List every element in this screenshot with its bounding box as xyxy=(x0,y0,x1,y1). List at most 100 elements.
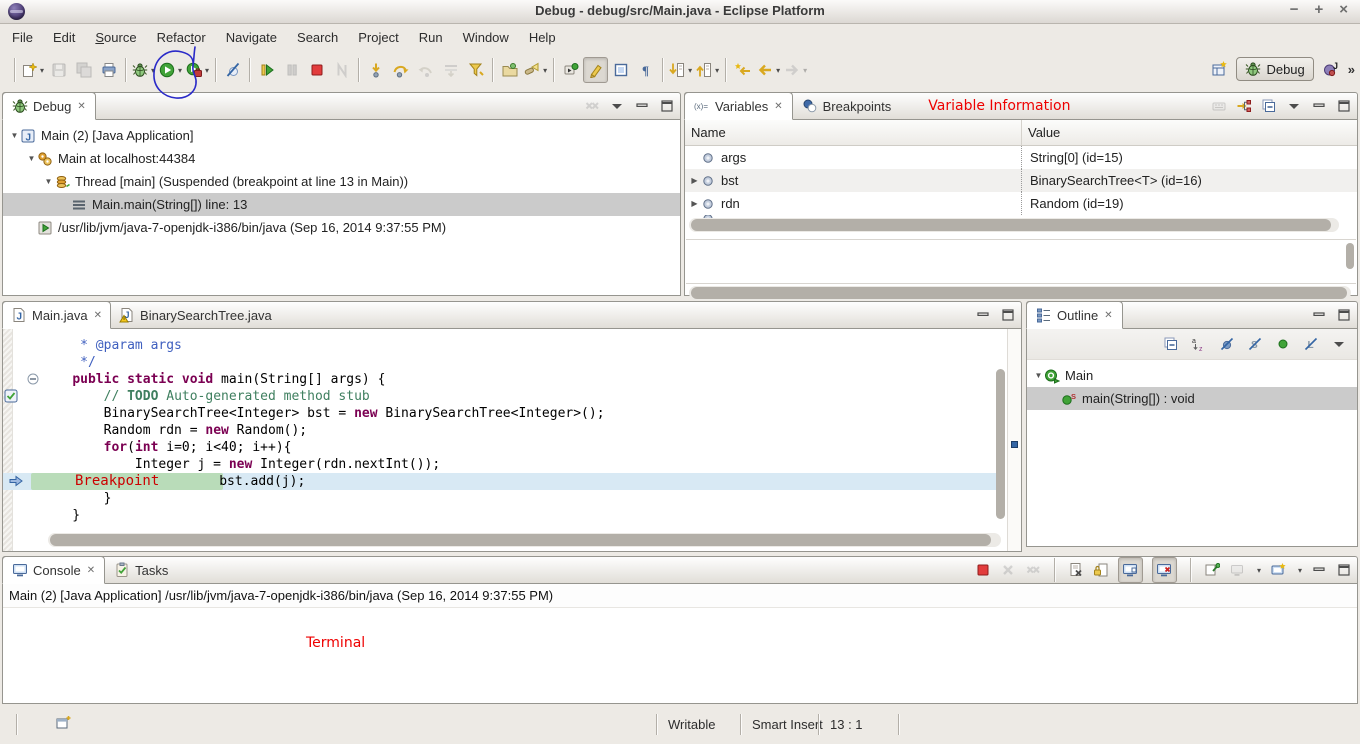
outline-row[interactable]: Smain(String[]) : void xyxy=(1027,387,1357,410)
debug-tree-row[interactable]: Main.main(String[]) line: 13 xyxy=(3,193,680,216)
skip-all-breakpoints-button[interactable] xyxy=(220,57,245,83)
dropdown-arrow-icon[interactable]: ▾ xyxy=(40,66,44,75)
menu-file[interactable]: File xyxy=(2,26,43,49)
tab-variables[interactable]: (x)= Variables ✕ xyxy=(684,92,793,120)
code-line[interactable]: public static void main(String[] args) { xyxy=(3,371,1005,388)
resume-button[interactable] xyxy=(254,57,279,83)
display-selected-console-button[interactable] xyxy=(1229,562,1245,578)
scroll-lock-button[interactable] xyxy=(1093,562,1109,578)
menu-navigate[interactable]: Navigate xyxy=(216,26,287,49)
expander-closed-icon[interactable]: ▶ xyxy=(689,176,700,185)
overview-occurrence-marker[interactable] xyxy=(1011,441,1018,448)
variables-bottom-hscrollbar[interactable] xyxy=(689,286,1351,300)
forward-button[interactable]: ▾ xyxy=(782,57,809,83)
hide-non-public-members-button[interactable] xyxy=(1275,336,1291,352)
menu-search[interactable]: Search xyxy=(287,26,348,49)
minimize-button[interactable] xyxy=(975,307,991,323)
pin-console-button[interactable] xyxy=(1204,562,1220,578)
maximize-button[interactable] xyxy=(1336,562,1352,578)
perspective-debug-button[interactable]: Debug xyxy=(1236,57,1313,81)
dropdown-arrow-icon[interactable]: ▾ xyxy=(1257,566,1261,575)
step-into-button[interactable] xyxy=(363,57,388,83)
show-whitespace-button[interactable]: ¶ xyxy=(633,57,658,83)
editor-hscrollbar[interactable] xyxy=(48,533,1001,547)
collapse-all-button[interactable] xyxy=(1261,98,1277,114)
console-output[interactable]: Terminal xyxy=(3,608,1357,703)
dropdown-arrow-icon[interactable]: ▾ xyxy=(178,66,182,75)
menu-window[interactable]: Window xyxy=(453,26,519,49)
debug-tree-row[interactable]: ▼Main at localhost:44384 xyxy=(3,147,680,170)
disconnect-button[interactable] xyxy=(329,57,354,83)
maximize-window-button[interactable]: + xyxy=(1314,1,1323,18)
dropdown-arrow-icon[interactable]: ▾ xyxy=(688,66,692,75)
close-window-button[interactable]: × xyxy=(1339,1,1348,18)
open-task-button[interactable] xyxy=(497,57,522,83)
variable-detail-pane[interactable] xyxy=(686,239,1356,284)
debug-tree-row[interactable]: ▼Thread [main] (Suspended (breakpoint at… xyxy=(3,170,680,193)
remove-all-terminated-button[interactable] xyxy=(1025,562,1041,578)
back-button[interactable]: ▾ xyxy=(755,57,782,83)
dropdown-arrow-icon[interactable]: ▾ xyxy=(151,66,155,75)
code-line[interactable]: } xyxy=(3,507,1005,524)
clear-console-button[interactable] xyxy=(1068,562,1084,578)
minimize-button[interactable] xyxy=(634,98,650,114)
editor-vscrollbar[interactable] xyxy=(996,369,1005,519)
view-menu-button[interactable] xyxy=(1331,336,1347,352)
code-line[interactable]: } xyxy=(3,490,1005,507)
tab-breakpoints[interactable]: Breakpoints xyxy=(793,93,901,119)
step-return-button[interactable] xyxy=(413,57,438,83)
save-button[interactable] xyxy=(46,57,71,83)
mark-occurrences-button[interactable] xyxy=(583,57,608,83)
new-wizard-button[interactable]: ▾ xyxy=(19,57,46,83)
code-line[interactable]: Breakpoint bst.add(j); xyxy=(3,473,1005,490)
menu-source[interactable]: Source xyxy=(85,26,146,49)
maximize-button[interactable] xyxy=(1336,307,1352,323)
dropdown-arrow-icon[interactable]: ▾ xyxy=(803,66,807,75)
tab-outline[interactable]: Outline ✕ xyxy=(1026,301,1123,329)
close-tab-icon[interactable]: ✕ xyxy=(774,101,782,112)
show-type-names-button[interactable] xyxy=(1211,98,1227,114)
outline-row[interactable]: ▼Main xyxy=(1027,364,1357,387)
next-annotation-button[interactable]: ▾ xyxy=(667,57,694,83)
show-stderr-button[interactable] xyxy=(1152,557,1177,583)
dropdown-arrow-icon[interactable]: ▾ xyxy=(715,66,719,75)
tab-console[interactable]: Console ✕ xyxy=(2,556,105,584)
sort-button[interactable]: az xyxy=(1191,336,1207,352)
run-button[interactable]: ▾ xyxy=(157,57,184,83)
minimize-window-button[interactable]: − xyxy=(1290,1,1299,18)
column-header-name[interactable]: Name xyxy=(685,120,1021,145)
editor-tab-binarysearchtree-java[interactable]: JBinarySearchTree.java xyxy=(111,302,280,328)
terminate-button[interactable] xyxy=(304,57,329,83)
close-tab-icon[interactable]: ✕ xyxy=(1104,310,1112,321)
close-tab-icon[interactable]: ✕ xyxy=(87,565,95,576)
detail-vscrollbar[interactable] xyxy=(1346,243,1354,269)
external-tools-button[interactable]: ▾ xyxy=(184,57,211,83)
view-menu-button[interactable] xyxy=(609,98,625,114)
previous-annotation-button[interactable]: ▾ xyxy=(694,57,721,83)
collapse-all-button[interactable] xyxy=(1163,336,1179,352)
debug-tree-row[interactable]: ▼JMain (2) [Java Application] xyxy=(3,124,680,147)
dropdown-arrow-icon[interactable]: ▾ xyxy=(776,66,780,75)
menu-refactor[interactable]: Refactor xyxy=(147,26,216,49)
expander-open-icon[interactable]: ▼ xyxy=(43,177,54,186)
code-editor[interactable]: * @param args */ public static void main… xyxy=(3,329,1021,551)
perspective-java-button[interactable]: J xyxy=(1323,61,1339,77)
code-line[interactable]: // TODO Auto-generated method stub xyxy=(3,388,1005,405)
open-console-button[interactable] xyxy=(1270,562,1286,578)
code-line[interactable]: */ xyxy=(3,354,1005,371)
print-button[interactable] xyxy=(96,57,121,83)
menu-edit[interactable]: Edit xyxy=(43,26,85,49)
menu-project[interactable]: Project xyxy=(348,26,408,49)
maximize-button[interactable] xyxy=(1000,307,1016,323)
minimize-button[interactable] xyxy=(1311,562,1327,578)
step-over-button[interactable] xyxy=(388,57,413,83)
variable-row[interactable]: argsString[0] (id=15) xyxy=(685,146,1357,169)
variables-hscrollbar[interactable] xyxy=(689,218,1339,232)
column-header-value[interactable]: Value xyxy=(1021,120,1066,145)
debug-tree-row[interactable]: /usr/lib/jvm/java-7-openjdk-i386/bin/jav… xyxy=(3,216,680,239)
hide-fields-button[interactable] xyxy=(1219,336,1235,352)
code-line[interactable]: for(int i=0; i<40; i++){ xyxy=(3,439,1005,456)
save-all-button[interactable] xyxy=(71,57,96,83)
expander-open-icon[interactable]: ▼ xyxy=(9,131,20,140)
drop-to-frame-button[interactable] xyxy=(438,57,463,83)
